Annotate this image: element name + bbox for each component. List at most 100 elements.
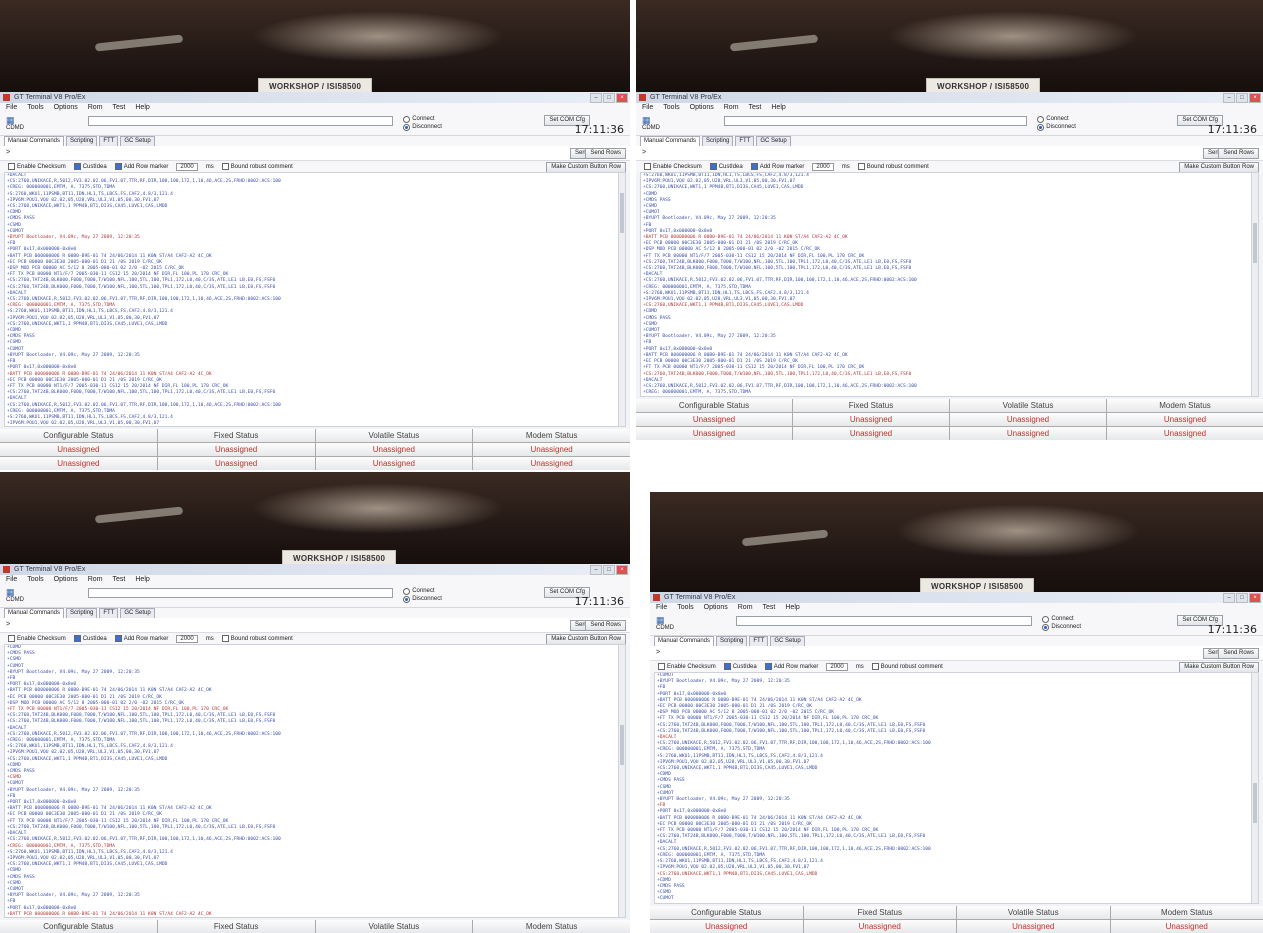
scrollbar-thumb[interactable] bbox=[1253, 223, 1257, 263]
menu-help[interactable]: Help bbox=[135, 575, 149, 585]
minimize-icon[interactable]: – bbox=[1223, 593, 1235, 603]
scrollbar-thumb[interactable] bbox=[620, 193, 624, 233]
menu-help[interactable]: Help bbox=[135, 103, 149, 113]
interval-spinner[interactable]: 2000 bbox=[826, 663, 848, 671]
row-marker-checkbox[interactable] bbox=[114, 635, 122, 643]
tab-ftt[interactable]: FTT bbox=[749, 636, 769, 646]
close-icon[interactable]: × bbox=[616, 93, 628, 103]
tab-gc-setup[interactable]: GC Setup bbox=[120, 136, 155, 146]
output-console[interactable]: +DACALT +CS:2760,UNIKACE,R,5012,FV3.02.02… bbox=[4, 172, 626, 427]
tab-ftt[interactable]: FTT bbox=[99, 136, 119, 146]
menu-tools[interactable]: Tools bbox=[27, 103, 43, 113]
menu-rom[interactable]: Rom bbox=[738, 603, 753, 613]
menu-rom[interactable]: Rom bbox=[88, 575, 103, 585]
menu-file[interactable]: File bbox=[656, 603, 667, 613]
menu-file[interactable]: File bbox=[642, 103, 653, 113]
menu-test[interactable]: Test bbox=[113, 103, 126, 113]
console-scrollbar[interactable] bbox=[1251, 173, 1258, 396]
checksum-checkbox[interactable] bbox=[644, 163, 651, 171]
tab-manual-commands[interactable]: Manual Commands bbox=[640, 136, 701, 146]
custidea-checkbox[interactable] bbox=[73, 635, 81, 643]
row-marker-checkbox[interactable] bbox=[764, 663, 772, 671]
disconnect-radio[interactable] bbox=[403, 595, 411, 603]
checksum-checkbox[interactable] bbox=[8, 163, 15, 171]
menu-test[interactable]: Test bbox=[113, 575, 126, 585]
interval-spinner[interactable]: 2000 bbox=[812, 163, 834, 171]
menu-rom[interactable]: Rom bbox=[724, 103, 739, 113]
output-console[interactable]: +CUMOT +BYUPT Bootloader, V4.09c, May 27 … bbox=[654, 672, 1259, 904]
tab-manual-commands[interactable]: Manual Commands bbox=[654, 636, 715, 646]
menu-file[interactable]: File bbox=[6, 103, 17, 113]
tab-manual-commands[interactable]: Manual Commands bbox=[4, 608, 65, 618]
tab-scripting[interactable]: Scripting bbox=[66, 136, 98, 146]
checksum-checkbox[interactable] bbox=[8, 635, 15, 643]
command-combo[interactable] bbox=[723, 116, 1027, 126]
connect-radio[interactable] bbox=[403, 587, 411, 595]
tab-gc-setup[interactable]: GC Setup bbox=[770, 636, 805, 646]
send-rows-button[interactable]: Send Rows bbox=[1218, 648, 1259, 659]
close-icon[interactable]: × bbox=[616, 565, 628, 575]
scrollbar-thumb[interactable] bbox=[620, 725, 624, 765]
maximize-icon[interactable]: □ bbox=[603, 565, 615, 575]
custidea-checkbox[interactable] bbox=[723, 663, 731, 671]
output-console[interactable]: +S:2760,WKU1,11PSMB,BT11,IDN,HL1,TS,LBCS… bbox=[640, 172, 1259, 397]
command-combo[interactable] bbox=[88, 116, 393, 126]
scrollbar-thumb[interactable] bbox=[1253, 783, 1257, 823]
disconnect-radio[interactable] bbox=[1037, 123, 1045, 131]
output-console[interactable]: +CDMD +CMDS PASS +CSMD +CUMOT +BYUPT Bootloa… bbox=[4, 644, 626, 918]
tab-gc-setup[interactable]: GC Setup bbox=[756, 136, 791, 146]
menu-options[interactable]: Options bbox=[54, 575, 78, 585]
comment-checkbox[interactable] bbox=[221, 163, 229, 171]
custidea-checkbox[interactable] bbox=[709, 163, 717, 171]
console-scrollbar[interactable] bbox=[618, 645, 625, 917]
tab-scripting[interactable]: Scripting bbox=[702, 136, 734, 146]
connect-radio[interactable] bbox=[1037, 115, 1045, 123]
tab-scripting[interactable]: Scripting bbox=[66, 608, 98, 618]
menu-options[interactable]: Options bbox=[690, 103, 714, 113]
minimize-icon[interactable]: – bbox=[590, 93, 602, 103]
interval-spinner[interactable]: 2000 bbox=[176, 635, 198, 643]
minimize-icon[interactable]: – bbox=[590, 565, 602, 575]
menu-rom[interactable]: Rom bbox=[88, 103, 103, 113]
menu-test[interactable]: Test bbox=[763, 603, 776, 613]
send-rows-button[interactable]: Send Rows bbox=[585, 620, 626, 631]
comment-checkbox[interactable] bbox=[221, 635, 229, 643]
tab-scripting[interactable]: Scripting bbox=[716, 636, 748, 646]
menu-test[interactable]: Test bbox=[749, 103, 762, 113]
menu-options[interactable]: Options bbox=[704, 603, 728, 613]
close-icon[interactable]: × bbox=[1249, 593, 1261, 603]
comment-checkbox[interactable] bbox=[871, 663, 879, 671]
row-marker-checkbox[interactable] bbox=[750, 163, 758, 171]
command-combo[interactable] bbox=[735, 616, 1033, 626]
menu-options[interactable]: Options bbox=[54, 103, 78, 113]
tab-ftt[interactable]: FTT bbox=[735, 136, 755, 146]
maximize-icon[interactable]: □ bbox=[603, 93, 615, 103]
custidea-checkbox[interactable] bbox=[73, 163, 81, 171]
menu-tools[interactable]: Tools bbox=[663, 103, 679, 113]
console-scrollbar[interactable] bbox=[1251, 673, 1258, 903]
menu-tools[interactable]: Tools bbox=[27, 575, 43, 585]
console-scrollbar[interactable] bbox=[618, 173, 625, 426]
disconnect-radio[interactable] bbox=[1042, 623, 1050, 631]
tab-manual-commands[interactable]: Manual Commands bbox=[4, 136, 65, 146]
close-icon[interactable]: × bbox=[1249, 93, 1261, 103]
command-combo[interactable] bbox=[88, 588, 393, 598]
row-marker-checkbox[interactable] bbox=[114, 163, 122, 171]
checksum-checkbox[interactable] bbox=[658, 663, 665, 671]
send-rows-button[interactable]: Send Rows bbox=[1218, 148, 1259, 159]
connect-radio[interactable] bbox=[403, 115, 411, 123]
connect-radio[interactable] bbox=[1042, 615, 1050, 623]
minimize-icon[interactable]: – bbox=[1223, 93, 1235, 103]
maximize-icon[interactable]: □ bbox=[1236, 593, 1248, 603]
maximize-icon[interactable]: □ bbox=[1236, 93, 1248, 103]
menu-file[interactable]: File bbox=[6, 575, 17, 585]
interval-spinner[interactable]: 2000 bbox=[176, 163, 198, 171]
send-rows-button[interactable]: Send Rows bbox=[585, 148, 626, 159]
menu-tools[interactable]: Tools bbox=[677, 603, 693, 613]
tab-gc-setup[interactable]: GC Setup bbox=[120, 608, 155, 618]
menu-help[interactable]: Help bbox=[785, 603, 799, 613]
disconnect-radio[interactable] bbox=[403, 123, 411, 131]
menu-help[interactable]: Help bbox=[771, 103, 785, 113]
comment-checkbox[interactable] bbox=[857, 163, 865, 171]
tab-ftt[interactable]: FTT bbox=[99, 608, 119, 618]
